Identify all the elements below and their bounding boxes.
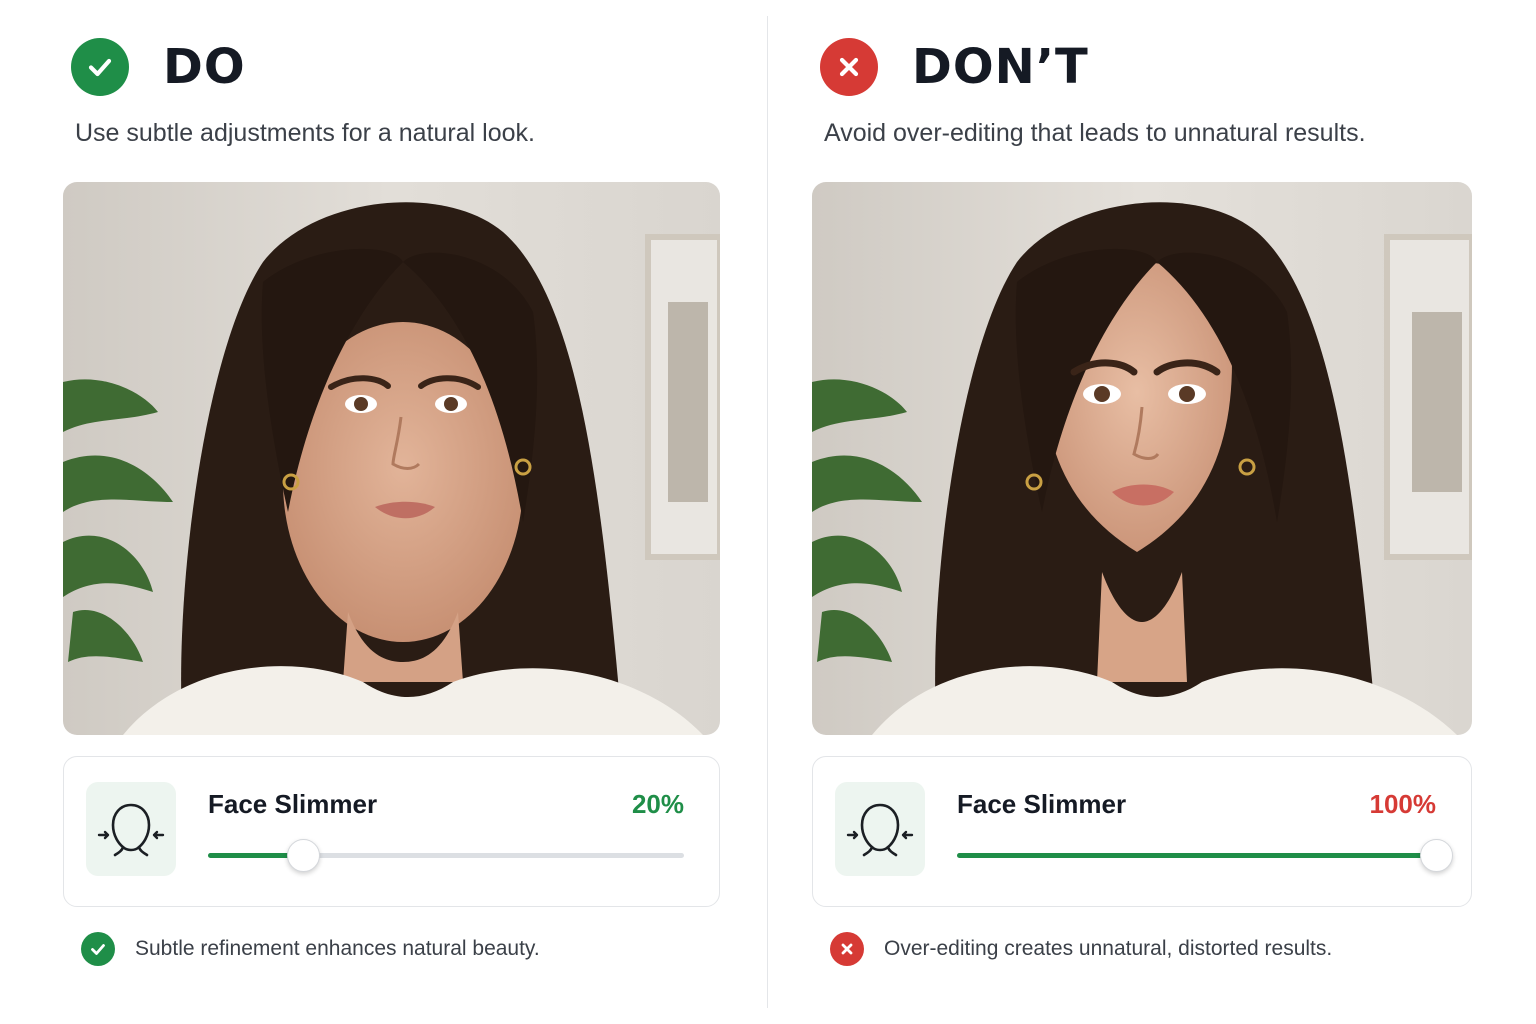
- dont-heading: DON’T: [820, 38, 1089, 96]
- tool-label: Face Slimmer: [208, 789, 378, 819]
- do-heading: DO: [71, 38, 246, 96]
- close-icon: [820, 38, 878, 96]
- dont-title: DON’T: [912, 39, 1089, 95]
- face-slimmer-icon: [86, 782, 176, 876]
- dont-note: Over-editing creates unnatural, distorte…: [830, 932, 1332, 966]
- face-slimmer-control: Face Slimmer 20%: [63, 756, 720, 907]
- face-slimmer-slider[interactable]: [208, 839, 684, 872]
- face-slimmer-control: Face Slimmer 100%: [812, 756, 1472, 907]
- column-divider: [767, 16, 768, 1008]
- slider-handle[interactable]: [1420, 839, 1453, 872]
- dont-subtitle: Avoid over-editing that leads to unnatur…: [824, 119, 1366, 147]
- tool-label: Face Slimmer: [957, 789, 1127, 819]
- check-icon: [71, 38, 129, 96]
- tool-value: 20%: [631, 789, 684, 819]
- dont-panel: DON’T Avoid over-editing that leads to u…: [812, 0, 1472, 1024]
- do-subtitle: Use subtle adjustments for a natural loo…: [75, 119, 535, 147]
- do-note: Subtle refinement enhances natural beaut…: [81, 932, 540, 966]
- portrait-photo-over-edited: [812, 182, 1472, 735]
- face-slimmer-icon: [835, 782, 925, 876]
- do-note-text: Subtle refinement enhances natural beaut…: [135, 937, 540, 960]
- slider-fill: [957, 853, 1436, 858]
- dont-note-text: Over-editing creates unnatural, distorte…: [884, 937, 1333, 960]
- check-icon: [81, 932, 115, 966]
- close-icon: [830, 932, 864, 966]
- do-panel: DO Use subtle adjustments for a natural …: [63, 0, 720, 1024]
- portrait-photo-natural: [63, 182, 720, 735]
- do-title: DO: [163, 39, 246, 95]
- slider-handle[interactable]: [287, 839, 321, 872]
- tool-value: 100%: [1369, 789, 1437, 819]
- face-slimmer-slider[interactable]: [957, 839, 1453, 872]
